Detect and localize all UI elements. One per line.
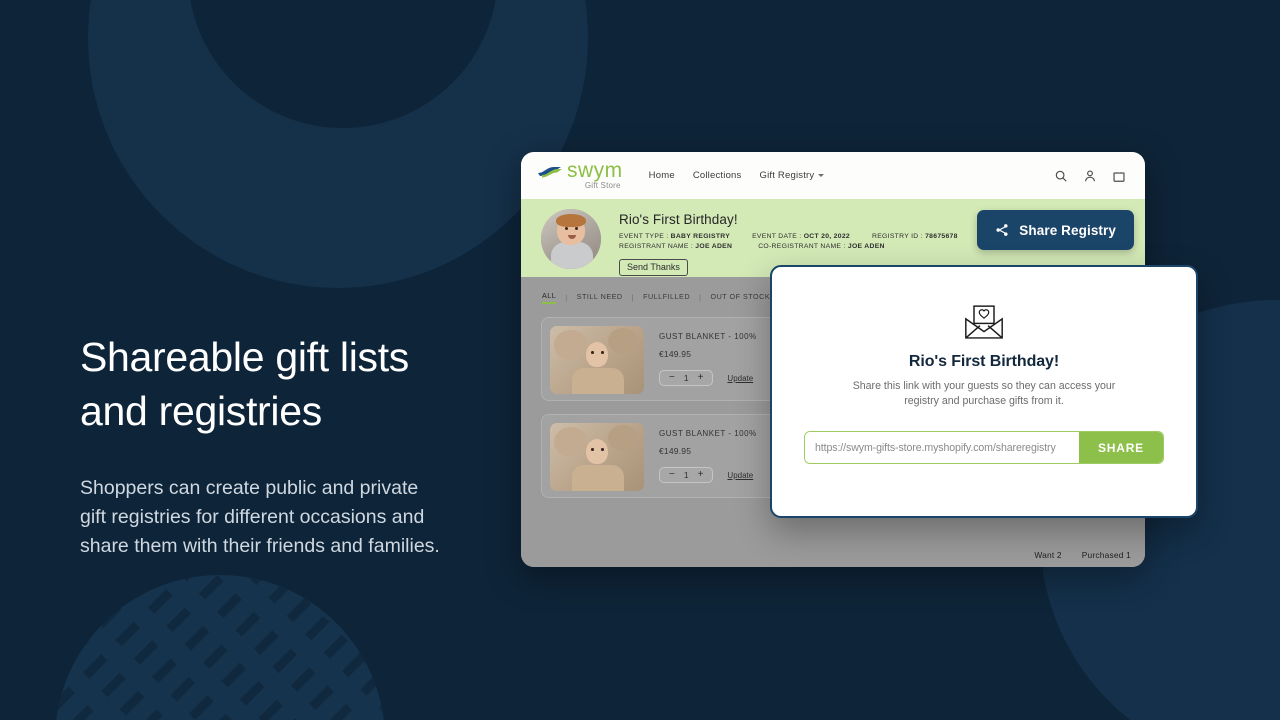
envelope-heart-icon [965, 305, 1003, 339]
hero-copy: Shareable gift lists and registries Shop… [80, 330, 550, 561]
product-price: €149.95 [659, 349, 692, 359]
chevron-down-icon [818, 174, 825, 177]
quantity-stepper[interactable]: − 1 + [659, 467, 714, 483]
product-price: €149.95 [659, 446, 692, 456]
store-logo-text: swym [567, 158, 623, 182]
shopping-bag-icon[interactable] [1112, 169, 1126, 183]
update-link[interactable]: Update [727, 471, 753, 480]
product-name: GUST BLANKET - 100% [659, 332, 757, 341]
share-registry-modal: Rio's First Birthday! Share this link wi… [770, 265, 1198, 518]
product-qty-row: − 1 + Update [659, 370, 757, 386]
account-icon[interactable] [1083, 169, 1097, 183]
stat-want: Want 2 [1034, 550, 1062, 560]
meta-registrant-name: REGISTRANT NAME : JOE ADEN [619, 243, 733, 250]
product-image [550, 423, 644, 491]
meta-event-date: EVENT DATE : OCT 20, 2022 [752, 233, 850, 240]
meta-event-type: EVENT TYPE : BABY REGISTRY [619, 233, 731, 240]
quantity-decrement-button[interactable]: − [669, 470, 675, 480]
search-icon[interactable] [1054, 169, 1068, 183]
store-actions [1054, 169, 1126, 183]
product-name: GUST BLANKET - 100% [659, 429, 757, 438]
swym-swoosh-icon [538, 166, 562, 177]
share-link-input[interactable] [805, 432, 1079, 463]
quantity-value: 1 [683, 373, 689, 383]
share-link-row: SHARE [804, 431, 1164, 464]
decorative-donut-outer [88, 0, 588, 288]
share-registry-button[interactable]: Share Registry [977, 210, 1134, 250]
registry-meta-row-2: REGISTRANT NAME : JOE ADEN CO-REGISTRANT… [619, 243, 958, 250]
send-thanks-button[interactable]: Send Thanks [619, 259, 688, 276]
decorative-stripe-circle [55, 575, 385, 720]
quantity-increment-button[interactable]: + [698, 373, 704, 383]
share-nodes-icon [996, 224, 1008, 236]
filter-tab-all[interactable]: ALL [542, 291, 557, 304]
quantity-value: 1 [683, 470, 689, 480]
filter-tab-out-of-stock[interactable]: OUT OF STOCK [710, 292, 770, 303]
decorative-donut-inner [188, 0, 498, 128]
filter-tab-still-need[interactable]: STILL NEED [577, 292, 623, 303]
hero-subcopy: Shoppers can create public and private g… [80, 477, 440, 557]
meta-registry-id: REGISTRY ID : 78675678 [872, 233, 958, 240]
stat-purchased: Purchased 1 [1081, 550, 1131, 560]
product-qty-row: − 1 + Update [659, 467, 757, 483]
filter-tab-fullfilled[interactable]: FULLFILLED [643, 292, 690, 303]
nav-item-collections[interactable]: Collections [693, 170, 742, 181]
nav-item-home[interactable]: Home [649, 170, 675, 181]
registry-footer-stats: Want 2 Purchased 1 [1034, 550, 1131, 560]
modal-description: Share this link with your guests so they… [852, 380, 1116, 407]
modal-title: Rio's First Birthday! [908, 353, 1060, 370]
tab-separator: | [699, 293, 702, 302]
tab-separator: | [631, 293, 635, 302]
tab-separator: | [565, 293, 568, 302]
registry-title: Rio's First Birthday! [619, 212, 738, 227]
update-link[interactable]: Update [727, 374, 753, 383]
share-submit-button[interactable]: SHARE [1079, 432, 1163, 463]
product-image [550, 326, 644, 394]
store-header: swym Gift Store Home Collections Gift Re… [521, 152, 1145, 199]
nav-item-gift-registry-label: Gift Registry [759, 170, 815, 181]
hero-headline: Shareable gift lists and registries [80, 334, 410, 434]
quantity-increment-button[interactable]: + [698, 470, 704, 480]
store-logo-subtitle: Gift Store [584, 180, 621, 190]
product-info: GUST BLANKET - 100% €149.95 − 1 + Update [659, 326, 757, 386]
meta-co-registrant-name: CO-REGISTRANT NAME : JOE ADEN [758, 243, 885, 250]
registry-meta-row-1: EVENT TYPE : BABY REGISTRY EVENT DATE : … [619, 233, 958, 240]
registry-avatar [541, 209, 601, 269]
nav-item-home-label: Home [648, 170, 675, 181]
share-registry-button-label: Share Registry [1019, 222, 1116, 238]
quantity-stepper[interactable]: − 1 + [659, 370, 714, 386]
store-nav: Home Collections Gift Registry [649, 170, 825, 181]
nav-item-collections-label: Collections [692, 170, 742, 181]
product-info: GUST BLANKET - 100% €149.95 − 1 + Update [659, 423, 757, 483]
quantity-decrement-button[interactable]: − [669, 373, 675, 383]
store-logo[interactable]: swym Gift Store [537, 158, 623, 190]
nav-item-gift-registry[interactable]: Gift Registry [760, 170, 825, 181]
promo-slide: Shareable gift lists and registries Shop… [0, 0, 1280, 720]
